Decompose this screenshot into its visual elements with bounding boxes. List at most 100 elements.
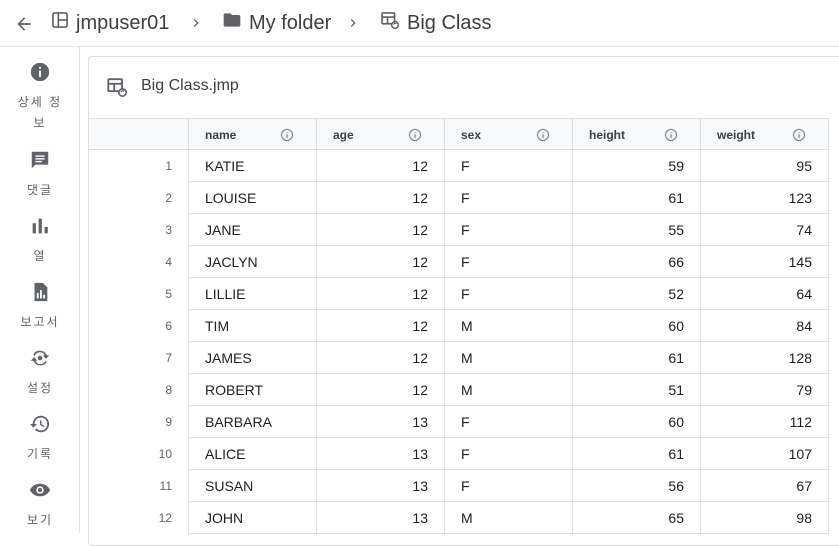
breadcrumb-folder[interactable]: My folder	[221, 10, 331, 36]
table-row[interactable]: 10 ALICE 13 F 61 107	[89, 438, 829, 470]
cell-age[interactable]: 12	[317, 150, 445, 182]
cell-name[interactable]: TIM	[189, 310, 317, 342]
cell-weight[interactable]: 64	[701, 278, 829, 310]
cell-height[interactable]: 61	[573, 182, 701, 214]
cell-name[interactable]: JAMES	[189, 342, 317, 374]
cell-age[interactable]: 13	[317, 406, 445, 438]
cell-weight[interactable]: 67	[701, 470, 829, 502]
cell-name[interactable]: LILLIE	[189, 278, 317, 310]
breadcrumb-workspace[interactable]: jmpuser01	[50, 10, 169, 36]
sidebar-item-columns[interactable]: 열	[0, 215, 80, 267]
table-row[interactable]: 11 SUSAN 13 F 56 67	[89, 470, 829, 502]
sidebar-item-view[interactable]: 보기	[0, 479, 80, 531]
table-row[interactable]: 4 JACLYN 12 F 66 145	[89, 246, 829, 278]
table-row[interactable]: 12 JOHN 13 M 65 98	[89, 502, 829, 534]
cell-name[interactable]: ALICE	[189, 438, 317, 470]
cell-sex[interactable]: M	[445, 374, 573, 406]
column-header-sex[interactable]: sex	[445, 119, 573, 150]
cell-age[interactable]: 12	[317, 342, 445, 374]
cell-age[interactable]: 12	[317, 214, 445, 246]
cell-height[interactable]: 61	[573, 342, 701, 374]
cell-sex[interactable]: F	[445, 150, 573, 182]
cell-name[interactable]: LOUISE	[189, 182, 317, 214]
sidebar-item-history[interactable]: 기록	[0, 413, 80, 465]
cell-age[interactable]: 12	[317, 246, 445, 278]
cell-age[interactable]: 13	[317, 470, 445, 502]
table-row[interactable]: 7 JAMES 12 M 61 128	[89, 342, 829, 374]
column-header-name[interactable]: name	[189, 119, 317, 150]
file-name: Big Class.jmp	[141, 77, 239, 94]
cell-name[interactable]: BARBARA	[189, 406, 317, 438]
cell-sex[interactable]: F	[445, 470, 573, 502]
info-outline-icon[interactable]	[408, 128, 422, 145]
cell-weight[interactable]: 112	[701, 406, 829, 438]
sidebar-item-details[interactable]: 상세 정보	[0, 61, 80, 134]
cell-age[interactable]: 13	[317, 438, 445, 470]
cell-name[interactable]: JOHN	[189, 502, 317, 534]
info-outline-icon[interactable]	[536, 128, 550, 145]
cell-name[interactable]: JACLYN	[189, 246, 317, 278]
cell-height[interactable]: 51	[573, 374, 701, 406]
table-row[interactable]: 2 LOUISE 12 F 61 123	[89, 182, 829, 214]
sidebar-item-settings[interactable]: 설정	[0, 347, 80, 399]
cell-sex[interactable]: F	[445, 406, 573, 438]
column-header-age[interactable]: age	[317, 119, 445, 150]
table-row[interactable]: 9 BARBARA 13 F 60 112	[89, 406, 829, 438]
breadcrumb-current[interactable]: Big Class	[379, 10, 491, 36]
info-outline-icon[interactable]	[792, 128, 806, 145]
table-row[interactable]: 3 JANE 12 F 55 74	[89, 214, 829, 246]
cell-sex[interactable]: F	[445, 246, 573, 278]
cell-age[interactable]: 12	[317, 310, 445, 342]
table-row[interactable]: 6 TIM 12 M 60 84	[89, 310, 829, 342]
comment-icon	[29, 149, 51, 176]
cell-sex[interactable]: M	[445, 342, 573, 374]
cell-age[interactable]: 12	[317, 374, 445, 406]
cell-height[interactable]: 60	[573, 310, 701, 342]
cell-height[interactable]: 52	[573, 278, 701, 310]
cell-height[interactable]: 60	[573, 406, 701, 438]
cell-age[interactable]: 12	[317, 278, 445, 310]
cell-height[interactable]: 65	[573, 502, 701, 534]
cell-sex[interactable]: F	[445, 182, 573, 214]
cell-sex[interactable]: M	[445, 502, 573, 534]
column-header-height[interactable]: height	[573, 119, 701, 150]
cell-weight[interactable]: 107	[701, 438, 829, 470]
cell-weight[interactable]: 145	[701, 246, 829, 278]
cell-weight[interactable]: 98	[701, 502, 829, 534]
row-index: 11	[89, 470, 189, 502]
cell-sex[interactable]: F	[445, 214, 573, 246]
cell-sex[interactable]: M	[445, 310, 573, 342]
cell-height[interactable]: 59	[573, 150, 701, 182]
cell-weight[interactable]: 123	[701, 182, 829, 214]
cell-name[interactable]: SUSAN	[189, 470, 317, 502]
row-index: 12	[89, 502, 189, 534]
cell-weight[interactable]: 128	[701, 342, 829, 374]
back-arrow-icon[interactable]	[12, 12, 36, 36]
sidebar-item-report[interactable]: 보고서	[0, 281, 80, 333]
cell-height[interactable]: 55	[573, 214, 701, 246]
cell-height[interactable]: 66	[573, 246, 701, 278]
info-outline-icon[interactable]	[280, 128, 294, 145]
cell-weight[interactable]: 84	[701, 310, 829, 342]
sidebar: 상세 정보 댓글 열 보고서 설정 기록 보기	[0, 47, 80, 533]
table-row[interactable]: 8 ROBERT 12 M 51 79	[89, 374, 829, 406]
sidebar-item-comments[interactable]: 댓글	[0, 149, 80, 201]
table-row[interactable]: 5 LILLIE 12 F 52 64	[89, 278, 829, 310]
cell-age[interactable]: 12	[317, 182, 445, 214]
column-header-weight[interactable]: weight	[701, 119, 829, 150]
info-outline-icon[interactable]	[664, 128, 678, 145]
cell-name[interactable]: JANE	[189, 214, 317, 246]
cell-height[interactable]: 56	[573, 470, 701, 502]
row-index: 6	[89, 310, 189, 342]
cell-weight[interactable]: 74	[701, 214, 829, 246]
cell-weight[interactable]: 79	[701, 374, 829, 406]
cell-weight[interactable]: 95	[701, 150, 829, 182]
table-row[interactable]: 1 KATIE 12 F 59 95	[89, 150, 829, 182]
cell-age[interactable]: 13	[317, 502, 445, 534]
cell-name[interactable]: KATIE	[189, 150, 317, 182]
cell-sex[interactable]: F	[445, 278, 573, 310]
cell-sex[interactable]: F	[445, 438, 573, 470]
cell-name[interactable]: ROBERT	[189, 374, 317, 406]
history-icon	[29, 413, 51, 440]
cell-height[interactable]: 61	[573, 438, 701, 470]
